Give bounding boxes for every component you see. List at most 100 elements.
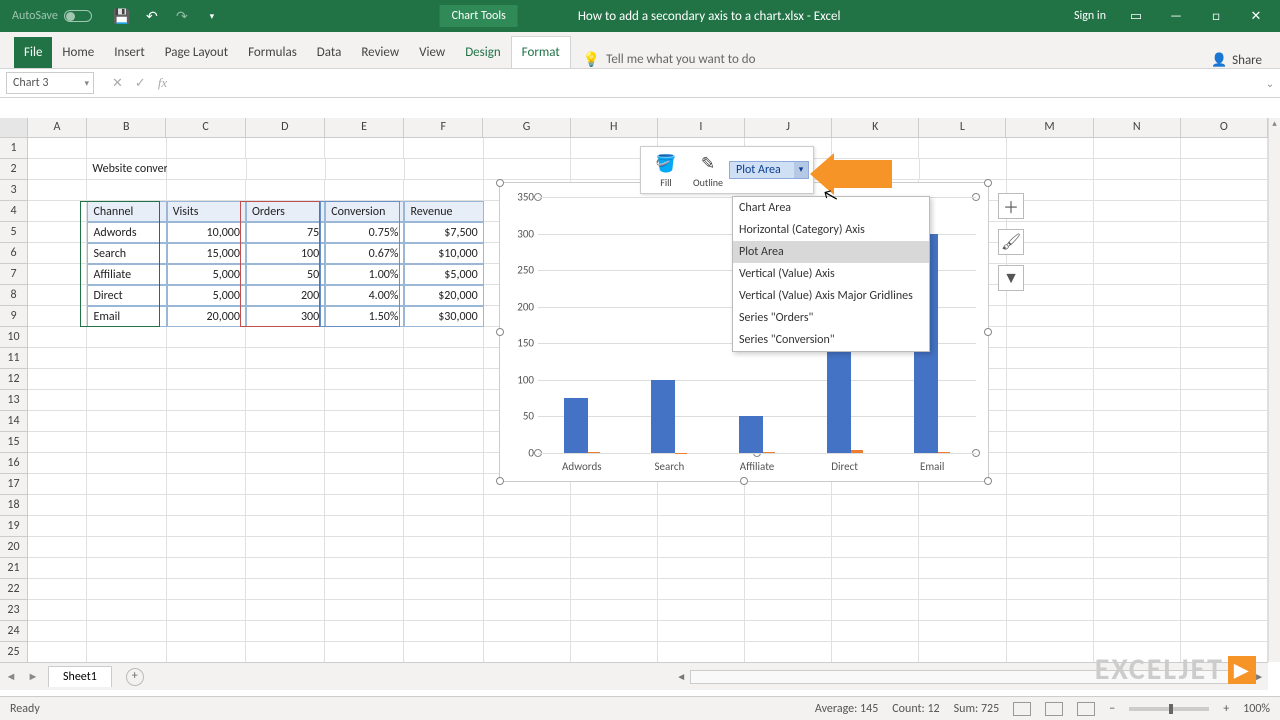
cell[interactable]: 200: [246, 285, 325, 306]
undo-icon[interactable]: ↶: [144, 8, 160, 24]
cell[interactable]: [167, 579, 246, 600]
cell[interactable]: [87, 348, 166, 369]
cell[interactable]: [832, 600, 919, 621]
col-header[interactable]: E: [325, 118, 404, 137]
cell[interactable]: [325, 579, 404, 600]
col-header[interactable]: C: [166, 118, 245, 137]
cell[interactable]: [1007, 138, 1094, 159]
zoom-level[interactable]: 100%: [1243, 702, 1270, 716]
cell[interactable]: [28, 516, 87, 537]
cell[interactable]: [919, 495, 1006, 516]
tab-format[interactable]: Format: [511, 36, 571, 68]
cell[interactable]: [246, 621, 325, 642]
cell[interactable]: [745, 537, 832, 558]
cell[interactable]: [658, 495, 745, 516]
cell[interactable]: 0.75%: [325, 222, 404, 243]
cell[interactable]: [1094, 138, 1181, 159]
cell[interactable]: [325, 432, 404, 453]
cell[interactable]: [167, 327, 246, 348]
cell[interactable]: [87, 537, 166, 558]
cell[interactable]: [658, 600, 745, 621]
cell[interactable]: Direct: [87, 285, 166, 306]
cell[interactable]: 50: [246, 264, 325, 285]
cell[interactable]: [484, 537, 571, 558]
row-header[interactable]: 12: [0, 369, 28, 390]
cell[interactable]: [745, 495, 832, 516]
cell[interactable]: [167, 537, 246, 558]
cell[interactable]: [1094, 264, 1181, 285]
cell[interactable]: [484, 558, 571, 579]
cell[interactable]: [87, 516, 166, 537]
zoom-out-icon[interactable]: −: [1109, 702, 1115, 716]
cell[interactable]: [404, 432, 483, 453]
autosave-toggle[interactable]: AutoSave: [12, 9, 92, 23]
cell[interactable]: [246, 327, 325, 348]
cell[interactable]: [167, 600, 246, 621]
cell[interactable]: [167, 411, 246, 432]
cell[interactable]: [167, 453, 246, 474]
cell[interactable]: $7,500: [404, 222, 483, 243]
row-header[interactable]: 21: [0, 558, 28, 579]
cell[interactable]: [87, 390, 166, 411]
chart-handle[interactable]: [496, 179, 504, 187]
cell[interactable]: [484, 495, 571, 516]
cell[interactable]: [404, 474, 483, 495]
row-header[interactable]: 25: [0, 642, 28, 663]
cell[interactable]: [28, 537, 87, 558]
dd-item-series-conversion[interactable]: Series "Conversion": [733, 329, 929, 351]
cell[interactable]: [28, 432, 87, 453]
cell[interactable]: [325, 453, 404, 474]
col-header[interactable]: M: [1006, 118, 1093, 137]
cell[interactable]: [919, 558, 1006, 579]
cell[interactable]: [1007, 390, 1094, 411]
cell[interactable]: [1181, 621, 1268, 642]
cell[interactable]: [28, 243, 87, 264]
cell[interactable]: [404, 558, 483, 579]
cell[interactable]: [1094, 201, 1181, 222]
cell[interactable]: [87, 411, 166, 432]
worksheet-grid[interactable]: ▴ A B C D E F G H I J K L M N O 12345678…: [0, 118, 1280, 690]
cell[interactable]: [87, 600, 166, 621]
cell[interactable]: [325, 390, 404, 411]
cell[interactable]: [1181, 474, 1268, 495]
dd-item-plot-area[interactable]: Plot Area: [733, 241, 929, 263]
cell[interactable]: $30,000: [404, 306, 483, 327]
tab-review[interactable]: Review: [351, 37, 409, 68]
col-header[interactable]: G: [483, 118, 570, 137]
cell[interactable]: [832, 558, 919, 579]
row-header[interactable]: 5: [0, 222, 28, 243]
scroll-left-icon[interactable]: ◄: [676, 670, 686, 683]
cell[interactable]: [1181, 243, 1268, 264]
row-header[interactable]: 13: [0, 390, 28, 411]
cell[interactable]: [28, 495, 87, 516]
cell[interactable]: [325, 642, 404, 663]
cell[interactable]: [1094, 411, 1181, 432]
cell[interactable]: [745, 558, 832, 579]
cell[interactable]: [1094, 243, 1181, 264]
cell[interactable]: [1007, 348, 1094, 369]
dd-item-vertical-axis[interactable]: Vertical (Value) Axis: [733, 263, 929, 285]
cell[interactable]: [246, 516, 325, 537]
cell[interactable]: [87, 369, 166, 390]
zoom-slider[interactable]: [1129, 707, 1209, 711]
view-page-break-icon[interactable]: [1077, 702, 1095, 716]
close-icon[interactable]: ✕: [1246, 6, 1266, 26]
cell[interactable]: [484, 642, 571, 663]
confirm-formula-icon[interactable]: ✓: [135, 76, 146, 91]
cell[interactable]: [246, 390, 325, 411]
tab-data[interactable]: Data: [307, 37, 352, 68]
cell[interactable]: [745, 516, 832, 537]
cell[interactable]: [1094, 579, 1181, 600]
chart-styles-button[interactable]: 🖌: [998, 229, 1024, 255]
row-header[interactable]: 24: [0, 621, 28, 642]
row-header[interactable]: 18: [0, 495, 28, 516]
col-header[interactable]: K: [832, 118, 919, 137]
chart-handle[interactable]: [496, 328, 504, 336]
cell[interactable]: [87, 474, 166, 495]
row-header[interactable]: 9: [0, 306, 28, 327]
cell[interactable]: [246, 474, 325, 495]
cell[interactable]: [1181, 369, 1268, 390]
cell[interactable]: [404, 348, 483, 369]
cell[interactable]: [745, 579, 832, 600]
cell[interactable]: [87, 453, 166, 474]
